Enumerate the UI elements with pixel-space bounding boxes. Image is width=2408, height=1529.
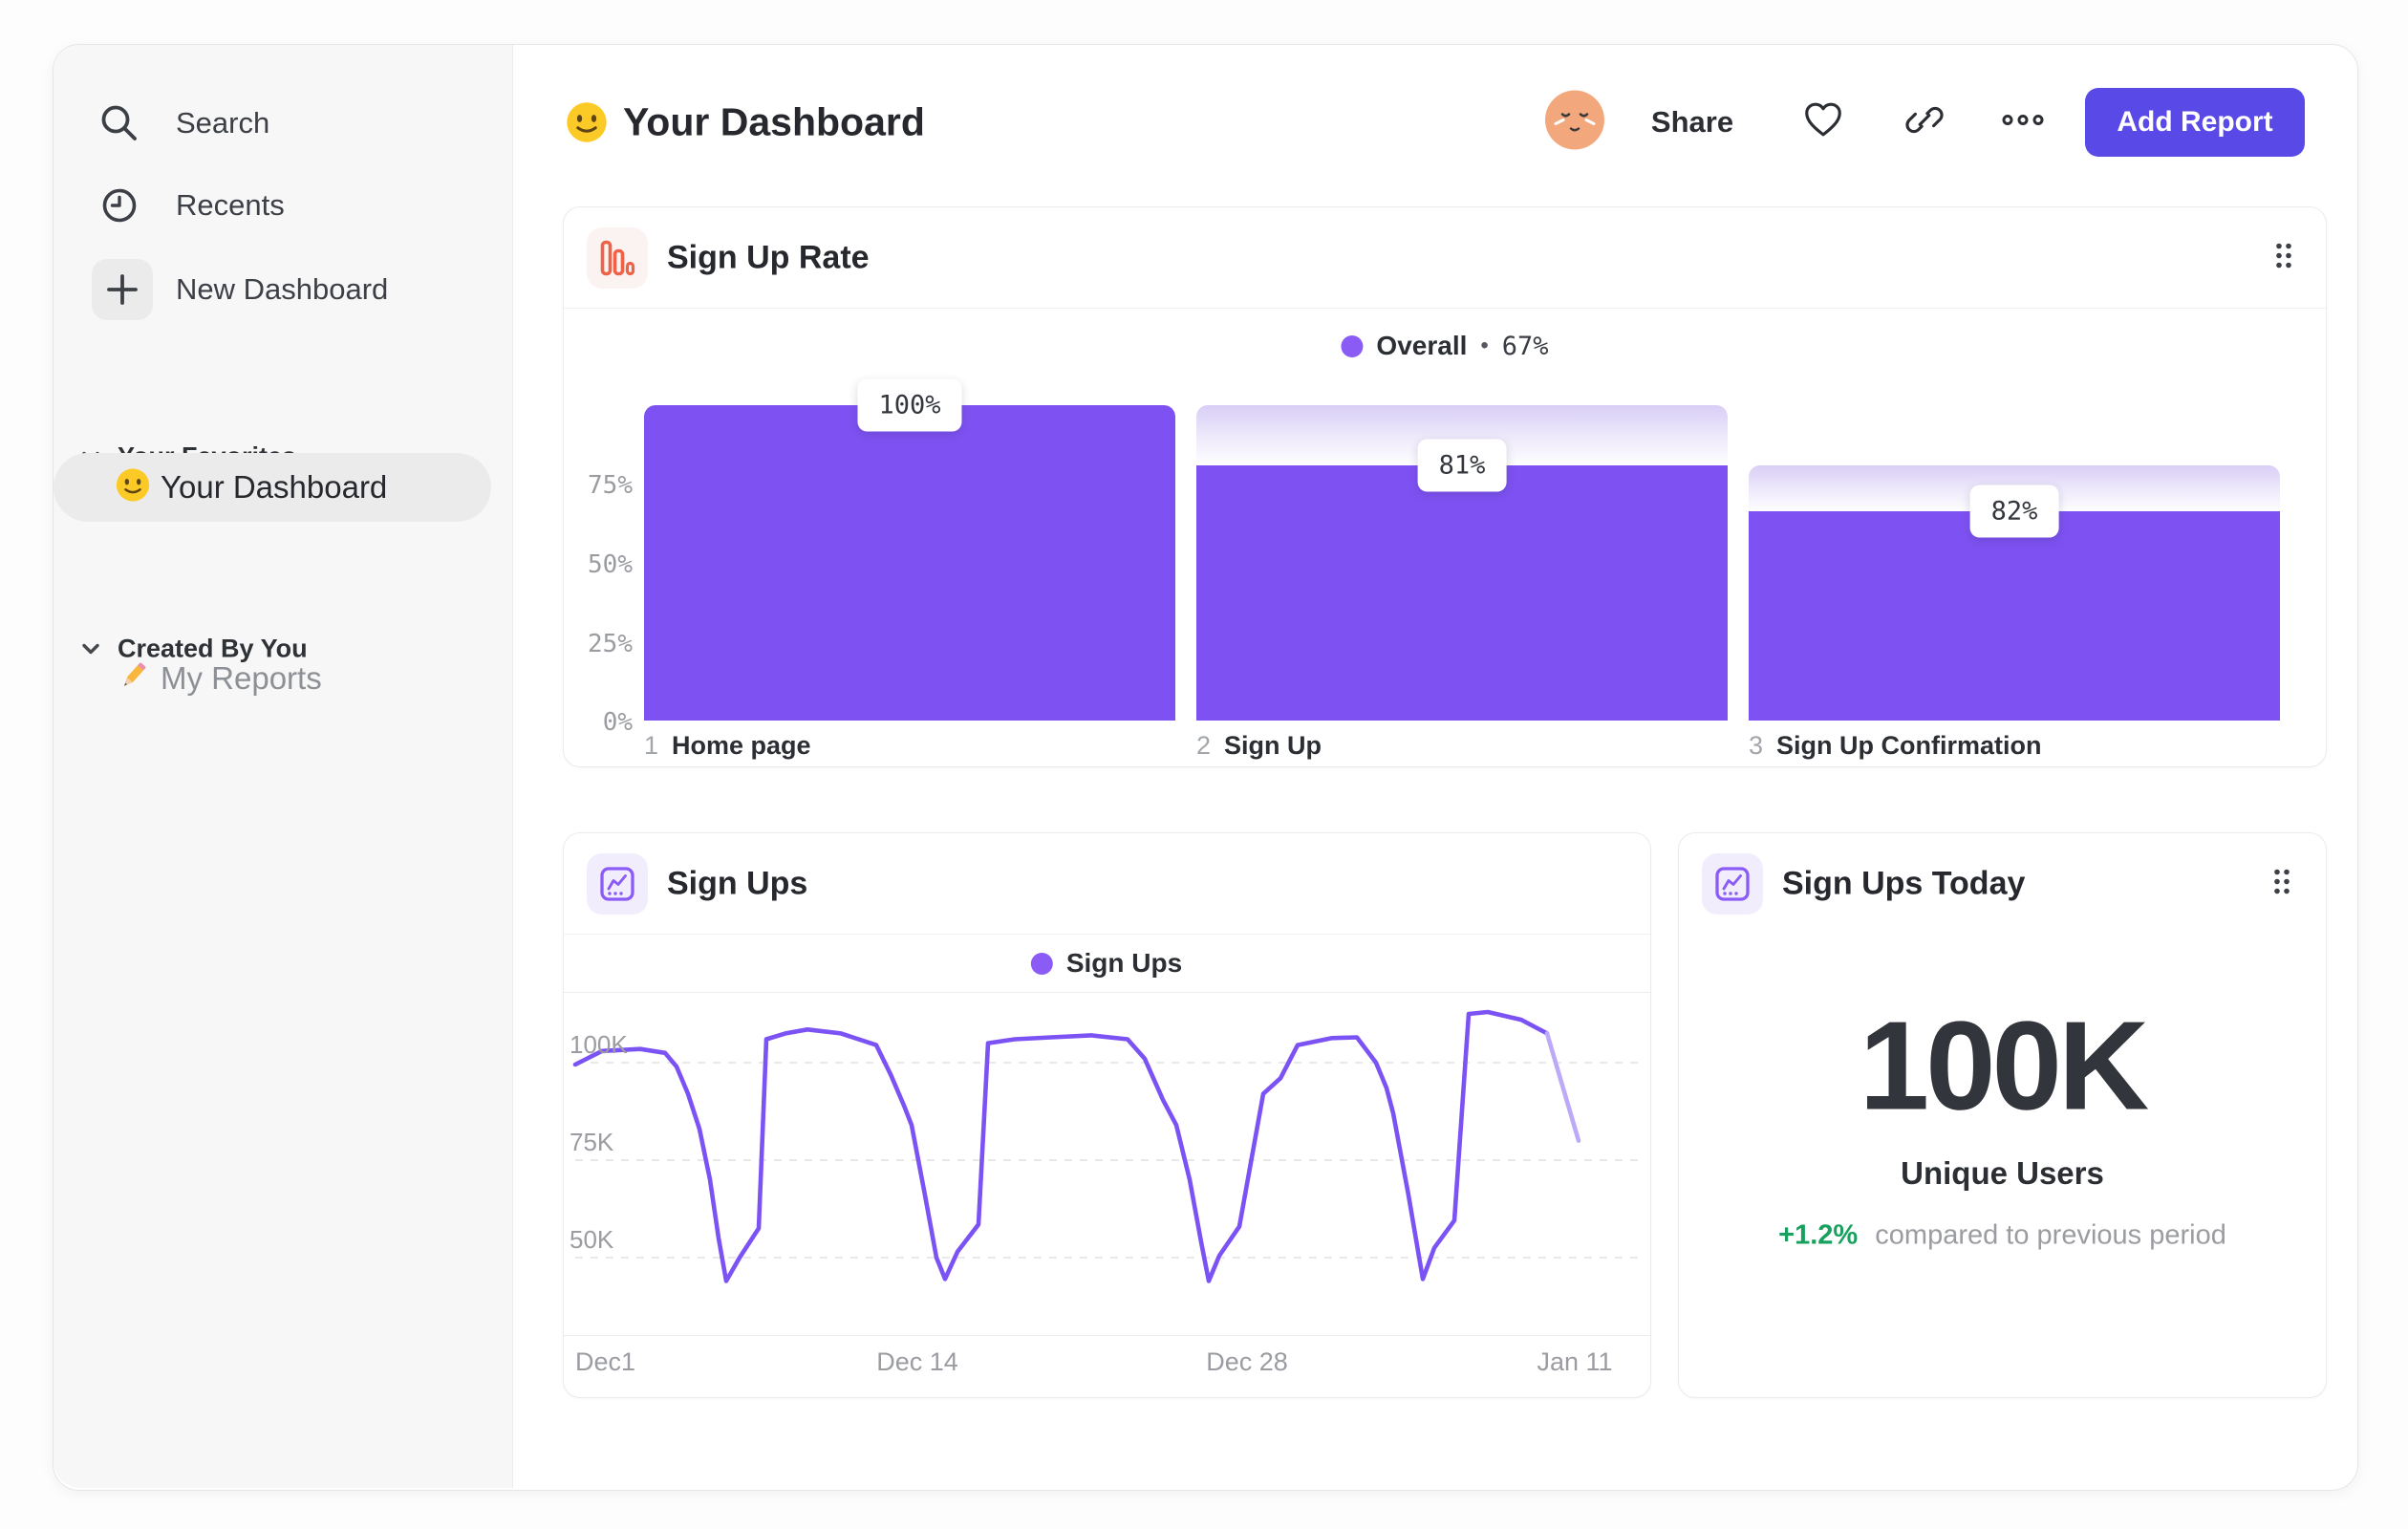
card-sign-ups-today: Sign Ups Today 100K Unique Users +1.2% c… [1678, 832, 2327, 1398]
x-axis-tick: Dec 14 [876, 1347, 958, 1376]
search-icon [101, 105, 137, 140]
add-report-button[interactable]: Add Report [2085, 88, 2305, 157]
y-axis-tick: 75% [588, 471, 633, 500]
screenshot-root: Search Recents New Dashboard Your Favori… [0, 0, 2408, 1529]
x-axis-tick: Jan 11 [1537, 1347, 1613, 1376]
stat-value: 100K [1859, 995, 2150, 1136]
y-axis-tick: 50K [570, 1225, 614, 1254]
funnel-value-chip: 100% [857, 378, 962, 432]
avatar[interactable] [1544, 90, 1605, 156]
funnel-step-label: 2 Sign Up [1196, 731, 1322, 761]
more-options-icon[interactable] [1999, 111, 2047, 135]
step-number: 3 [1749, 731, 1764, 760]
favorite-heart-icon[interactable] [1801, 98, 1845, 147]
funnel-bar-sign-up-confirmation[interactable]: 82% [1749, 405, 2280, 721]
y-axis-tick: 100K [570, 1030, 628, 1059]
card-sign-ups: Sign Ups Sign Ups 100K 75K 50K Dec1 Dec … [563, 832, 1651, 1398]
plus-icon [92, 259, 153, 320]
funnel-bar-solid [644, 405, 1175, 721]
card-title: Sign Ups Today [1782, 865, 2026, 902]
sidebar-item-label: New Dashboard [176, 272, 389, 306]
page-title: Your Dashboard [623, 99, 925, 144]
sidebar-item-my-reports[interactable]: My Reports [54, 644, 491, 713]
funnel-value-chip: 82% [1969, 485, 2059, 538]
share-button[interactable]: Share [1651, 105, 1733, 140]
y-axis-tick: 50% [588, 550, 633, 579]
card-header: Sign Ups Today [1679, 833, 2326, 934]
sidebar-item-search[interactable]: Search [54, 89, 512, 158]
funnel-bar-sign-up[interactable]: 81% [1196, 405, 1728, 721]
funnel-bar-solid [1196, 464, 1728, 721]
sidebar-item-label: Your Dashboard [161, 469, 388, 505]
divider [564, 1335, 1650, 1336]
line-chart-icon [1702, 853, 1763, 915]
step-number: 2 [1196, 731, 1212, 760]
sidebar: Search Recents New Dashboard Your Favori… [54, 45, 513, 1488]
step-number: 1 [644, 731, 659, 760]
smiley-emoji [115, 467, 151, 508]
stat-delta: +1.2% compared to previous period [1778, 1220, 2226, 1252]
x-axis-tick: Dec 28 [1206, 1347, 1288, 1376]
card-title: Sign Up Rate [667, 239, 870, 276]
app-window: Search Recents New Dashboard Your Favori… [53, 44, 2358, 1491]
sidebar-item-label: Recents [176, 188, 285, 222]
funnel-bar-home-page[interactable]: 100% [644, 378, 1175, 721]
sidebar-item-recents[interactable]: Recents [54, 171, 512, 240]
drag-handle-icon[interactable] [2271, 868, 2292, 901]
legend-separator: • [1480, 333, 1489, 358]
y-axis-tick: 25% [588, 630, 633, 658]
funnel-value-chip: 81% [1417, 439, 1507, 492]
sidebar-item-label: Search [176, 106, 270, 140]
delta-note: compared to previous period [1875, 1219, 2226, 1251]
delta-percent: +1.2% [1778, 1219, 1859, 1251]
step-name: Sign Up Confirmation [1776, 731, 2042, 760]
sidebar-item-new-dashboard[interactable]: New Dashboard [54, 255, 512, 324]
sign-ups-line-chart[interactable] [564, 833, 1650, 1397]
step-name: Home page [672, 731, 811, 760]
sidebar-item-your-dashboard[interactable]: Your Dashboard [54, 453, 491, 522]
card-sign-up-rate: Sign Up Rate Overall • 67% 75% 50% 25% 0… [563, 206, 2327, 767]
funnel-step-label: 3 Sign Up Confirmation [1749, 731, 2042, 761]
funnel-bar-solid [1749, 510, 2280, 721]
step-name: Sign Up [1224, 731, 1322, 760]
y-axis-tick: 75K [570, 1128, 614, 1156]
card-header: Sign Up Rate [564, 207, 2326, 309]
funnel-legend: Overall • 67% [1341, 331, 1549, 361]
legend-value: 67% [1501, 331, 1549, 361]
sidebar-item-label: My Reports [161, 660, 322, 696]
drag-handle-icon[interactable] [2273, 242, 2294, 275]
dashboard-title-emoji [565, 100, 609, 149]
funnel-step-label: 1 Home page [644, 731, 811, 761]
x-axis-tick: Dec1 [575, 1347, 636, 1376]
funnel-chart-icon [587, 227, 648, 289]
legend-dot-icon [1341, 334, 1364, 357]
copy-link-icon[interactable] [1903, 98, 1946, 147]
y-axis-tick: 0% [602, 708, 633, 737]
clock-icon [102, 188, 137, 223]
stat-label: Unique Users [1901, 1155, 2104, 1191]
legend-label: Overall [1376, 331, 1468, 360]
pencil-emoji [115, 658, 151, 700]
